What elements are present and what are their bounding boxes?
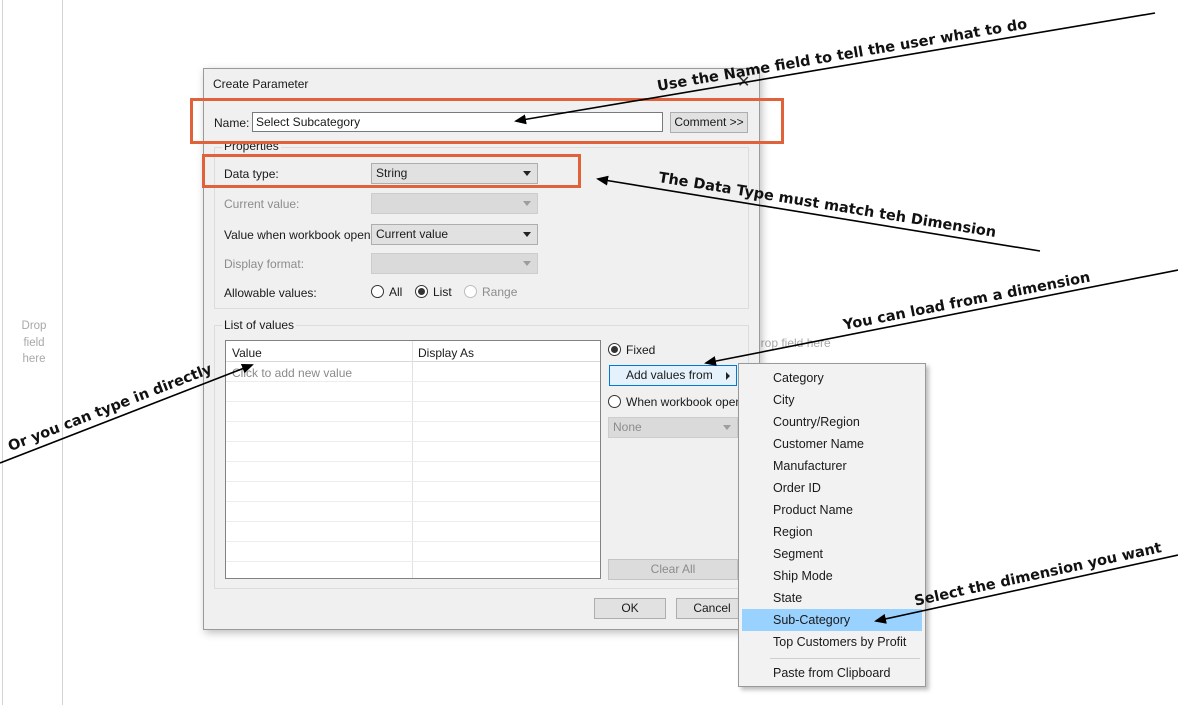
menu-item-customer-name[interactable]: Customer Name (742, 433, 922, 455)
when-opens-source-dropdown: None (608, 417, 738, 438)
dialog-title: Create Parameter (213, 77, 309, 91)
radio-range (464, 285, 477, 298)
add-values-from-label: Add values from (626, 368, 713, 382)
grid-row-line (226, 481, 600, 482)
column-header-value: Value (232, 346, 262, 360)
drop-field-hint-right: Drop field here (752, 336, 831, 350)
menu-separator (770, 658, 920, 659)
value-when-opens-value: Current value (376, 227, 449, 241)
menu-item-region[interactable]: Region (742, 521, 922, 543)
menu-item-city[interactable]: City (742, 389, 922, 411)
ok-button[interactable]: OK (594, 598, 666, 619)
menu-item-category[interactable]: Category (742, 367, 922, 389)
radio-when-workbook-opens[interactable] (608, 395, 621, 408)
grid-row-line (226, 381, 600, 382)
radio-all-label: All (389, 285, 403, 299)
menu-item-order-id[interactable]: Order ID (742, 477, 922, 499)
values-grid[interactable]: Value Display As Click to add new value (225, 340, 601, 579)
workspace-divider-left (2, 0, 3, 705)
grid-row-line (226, 461, 600, 462)
menu-item-ship-mode[interactable]: Ship Mode (742, 565, 922, 587)
column-header-display-as: Display As (418, 346, 475, 360)
value-when-opens-dropdown[interactable]: Current value (371, 224, 538, 245)
grid-row-line (226, 421, 600, 422)
grid-row-line (226, 541, 600, 542)
chevron-down-icon (723, 425, 731, 430)
load-tip-text: You can load from a dimension (842, 269, 1092, 334)
workspace-divider (62, 0, 63, 705)
clear-all-button: Clear All (608, 559, 738, 580)
name-tip-text: Use the Name field to tell the user what… (656, 16, 1029, 95)
drop-field-hint: Drop field here (21, 320, 47, 365)
chevron-down-icon (523, 201, 531, 206)
current-value-dropdown (371, 193, 538, 214)
grid-row-line (226, 501, 600, 502)
chevron-right-icon (726, 372, 730, 380)
radio-range-label: Range (482, 285, 518, 299)
add-values-menu: Category City Country/Region Customer Na… (738, 363, 926, 687)
radio-fixed-label: Fixed (626, 343, 656, 357)
when-opens-source-value: None (613, 420, 642, 434)
chevron-down-icon (523, 261, 531, 266)
type-tip-text: Or you can type in directly (6, 361, 215, 455)
radio-all[interactable] (371, 285, 384, 298)
menu-item-country-region[interactable]: Country/Region (742, 411, 922, 433)
grid-column-divider (412, 341, 413, 578)
grid-header: Value Display As (226, 341, 600, 362)
menu-item-paste-from-clipboard[interactable]: Paste from Clipboard (742, 662, 922, 684)
list-of-values-label: List of values (222, 318, 297, 332)
grid-row-line (226, 521, 600, 522)
create-parameter-dialog: Create Parameter ✕ Name: Select Subcateg… (203, 68, 760, 630)
radio-list-label: List (433, 285, 452, 299)
display-format-label: Display format: (224, 257, 305, 271)
menu-item-top-customers-by-profit[interactable]: Top Customers by Profit (742, 631, 922, 653)
menu-item-segment[interactable]: Segment (742, 543, 922, 565)
value-when-opens-label: Value when workbook opens: (224, 228, 380, 242)
menu-item-product-name[interactable]: Product Name (742, 499, 922, 521)
display-format-dropdown (371, 253, 538, 274)
menu-item-manufacturer[interactable]: Manufacturer (742, 455, 922, 477)
radio-list[interactable] (415, 285, 428, 298)
current-value-label: Current value: (224, 197, 300, 211)
menu-item-state[interactable]: State (742, 587, 922, 609)
add-values-from-button[interactable]: Add values from (609, 365, 737, 386)
select-tip-text: Select the dimension you want (913, 540, 1164, 610)
grid-row-line (226, 401, 600, 402)
grid-row-line (226, 441, 600, 442)
name-highlight-box (190, 98, 784, 144)
menu-item-sub-category[interactable]: Sub-Category (742, 609, 922, 631)
grid-row-line (226, 561, 600, 562)
chevron-down-icon (523, 232, 531, 237)
grid-new-value-placeholder[interactable]: Click to add new value (232, 366, 352, 380)
allowable-values-label: Allowable values: (224, 286, 317, 300)
radio-fixed[interactable] (608, 343, 621, 356)
data-type-highlight-box (202, 154, 581, 188)
radio-when-workbook-opens-label: When workbook opens (626, 395, 749, 409)
